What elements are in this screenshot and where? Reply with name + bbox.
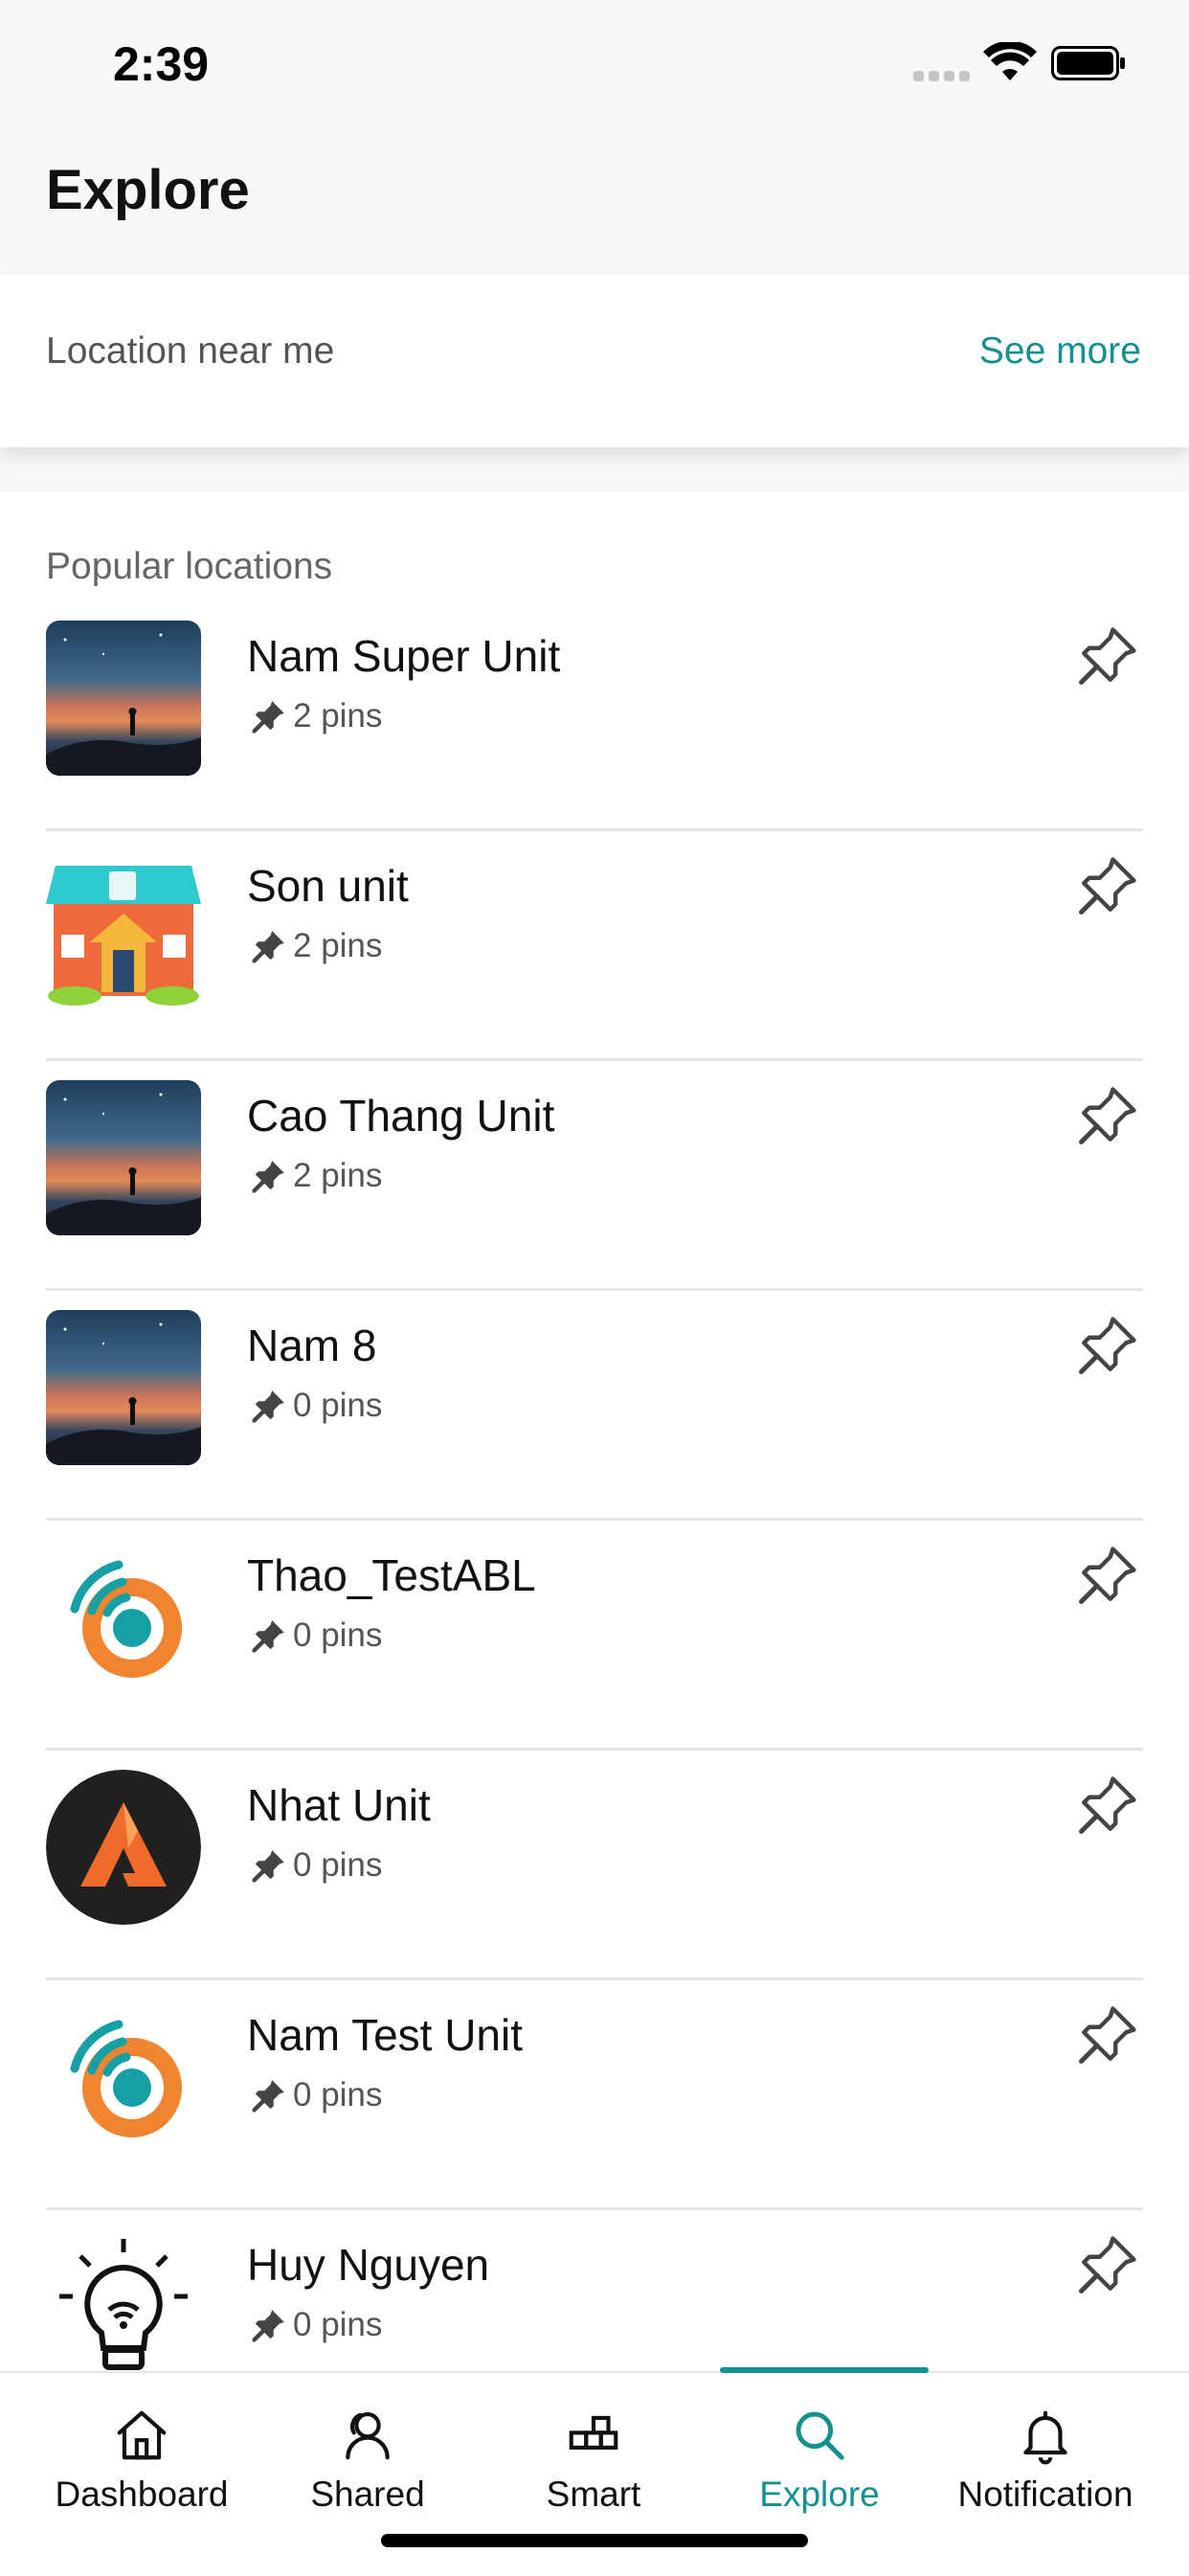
search-icon [796, 2411, 844, 2460]
list-item[interactable]: Nhat Unit 0 pins [0, 1751, 1189, 1980]
pin-count: 0 pins [251, 2076, 382, 2114]
list-item[interactable]: Cao Thang Unit 2 pins [0, 1061, 1189, 1291]
pin-icon [252, 701, 284, 734]
night-sky-photo [46, 621, 201, 776]
pin-outline-icon[interactable] [1076, 1314, 1139, 1377]
house-icon [46, 850, 201, 1006]
location-thumbnail [46, 2000, 201, 2155]
pin-count: 0 pins [251, 1616, 382, 1655]
pin-count: 0 pins [251, 2306, 382, 2344]
home-icon [117, 2410, 167, 2460]
list-item[interactable]: Thao_TestABL 0 pins [0, 1521, 1189, 1751]
signal-logo [46, 2000, 201, 2155]
tab-label: Dashboard [55, 2474, 229, 2514]
location-thumbnail [46, 850, 201, 1006]
location-thumbnail [46, 2229, 201, 2384]
tab-label: Smart [546, 2474, 641, 2514]
see-more-link[interactable]: See more [979, 330, 1141, 373]
popular-locations-list: Nam Super Unit 2 pins Son unit 2 pins Ca… [0, 601, 1189, 2440]
pin-count: 2 pins [251, 1157, 382, 1195]
location-thumbnail [46, 1080, 201, 1235]
pin-count-label: 0 pins [293, 2076, 383, 2113]
pin-outline-icon[interactable] [1076, 2003, 1139, 2067]
bell-icon [1023, 2410, 1067, 2465]
pin-count-label: 2 pins [293, 1157, 383, 1194]
pin-outline-icon[interactable] [1076, 854, 1139, 917]
location-thumbnail [46, 1770, 201, 1925]
pin-count-label: 0 pins [293, 2306, 383, 2343]
section-separator [0, 447, 1189, 493]
tab-label: Shared [310, 2474, 425, 2514]
pin-icon [252, 1161, 284, 1193]
location-near-me-card: Location near me See more [0, 275, 1189, 447]
location-thumbnail [46, 1540, 201, 1695]
location-name: Nam Test Unit [247, 2010, 524, 2060]
cellular-signal-icon [913, 71, 971, 82]
pin-icon [252, 2080, 284, 2113]
a-logo [46, 1770, 201, 1925]
pin-count-label: 2 pins [293, 927, 383, 964]
location-name: Cao Thang Unit [247, 1091, 555, 1141]
list-item[interactable]: Nam Super Unit 2 pins [0, 601, 1189, 831]
pin-outline-icon[interactable] [1076, 1084, 1139, 1147]
pin-count: 2 pins [251, 927, 382, 965]
pin-outline-icon[interactable] [1076, 1544, 1139, 1607]
tab-label: Notification [957, 2474, 1133, 2514]
lightbulb-icon [46, 2229, 201, 2384]
tab-explore[interactable]: Explore [707, 2373, 932, 2517]
status-bar: 2:39 [0, 0, 1189, 129]
pin-icon [252, 1850, 284, 1883]
battery-icon [1051, 46, 1125, 80]
location-name: Thao_TestABL [247, 1550, 536, 1600]
pin-icon [252, 1390, 284, 1423]
pin-outline-icon[interactable] [1076, 1774, 1139, 1837]
tab-label: Explore [759, 2474, 880, 2514]
night-sky-photo [46, 1310, 201, 1465]
smart-blocks-icon [569, 2415, 618, 2450]
page-title: Explore [46, 159, 250, 221]
night-sky-photo [46, 1080, 201, 1235]
tab-smart[interactable]: Smart [481, 2373, 707, 2517]
pin-outline-icon[interactable] [1076, 2233, 1139, 2296]
tab-shared[interactable]: Shared [255, 2373, 481, 2517]
location-near-me-label: Location near me [46, 330, 335, 372]
pin-count: 0 pins [251, 1846, 382, 1885]
signal-logo [46, 1540, 201, 1695]
shared-user-icon [346, 2411, 390, 2460]
location-name: Nam 8 [247, 1321, 377, 1370]
list-item[interactable]: Nam 8 0 pins [0, 1291, 1189, 1521]
status-time: 2:39 [113, 37, 210, 91]
pin-icon [252, 2310, 284, 2342]
tab-dashboard[interactable]: Dashboard [29, 2373, 255, 2517]
wifi-icon [983, 42, 1037, 80]
pin-icon [252, 931, 284, 963]
pin-count: 2 pins [251, 697, 382, 735]
list-item[interactable]: Nam Test Unit 0 pins [0, 1980, 1189, 2210]
pin-outline-icon[interactable] [1076, 624, 1139, 688]
location-name: Nhat Unit [247, 1780, 431, 1830]
home-indicator[interactable] [381, 2534, 808, 2547]
page-header: Explore [0, 129, 1189, 275]
list-item[interactable]: Son unit 2 pins [0, 831, 1189, 1061]
pin-icon [252, 1620, 284, 1653]
pin-count-label: 0 pins [293, 1616, 383, 1654]
location-name: Nam Super Unit [247, 631, 561, 681]
pin-count: 0 pins [251, 1387, 382, 1425]
pin-count-label: 0 pins [293, 1846, 383, 1884]
location-name: Huy Nguyen [247, 2240, 490, 2290]
location-thumbnail [46, 621, 201, 776]
pin-count-label: 0 pins [293, 1387, 383, 1424]
tab-notification[interactable]: Notification [932, 2373, 1158, 2517]
location-name: Son unit [247, 861, 409, 911]
pin-count-label: 2 pins [293, 697, 383, 734]
location-thumbnail [46, 1310, 201, 1465]
popular-locations-heading: Popular locations [46, 546, 333, 587]
